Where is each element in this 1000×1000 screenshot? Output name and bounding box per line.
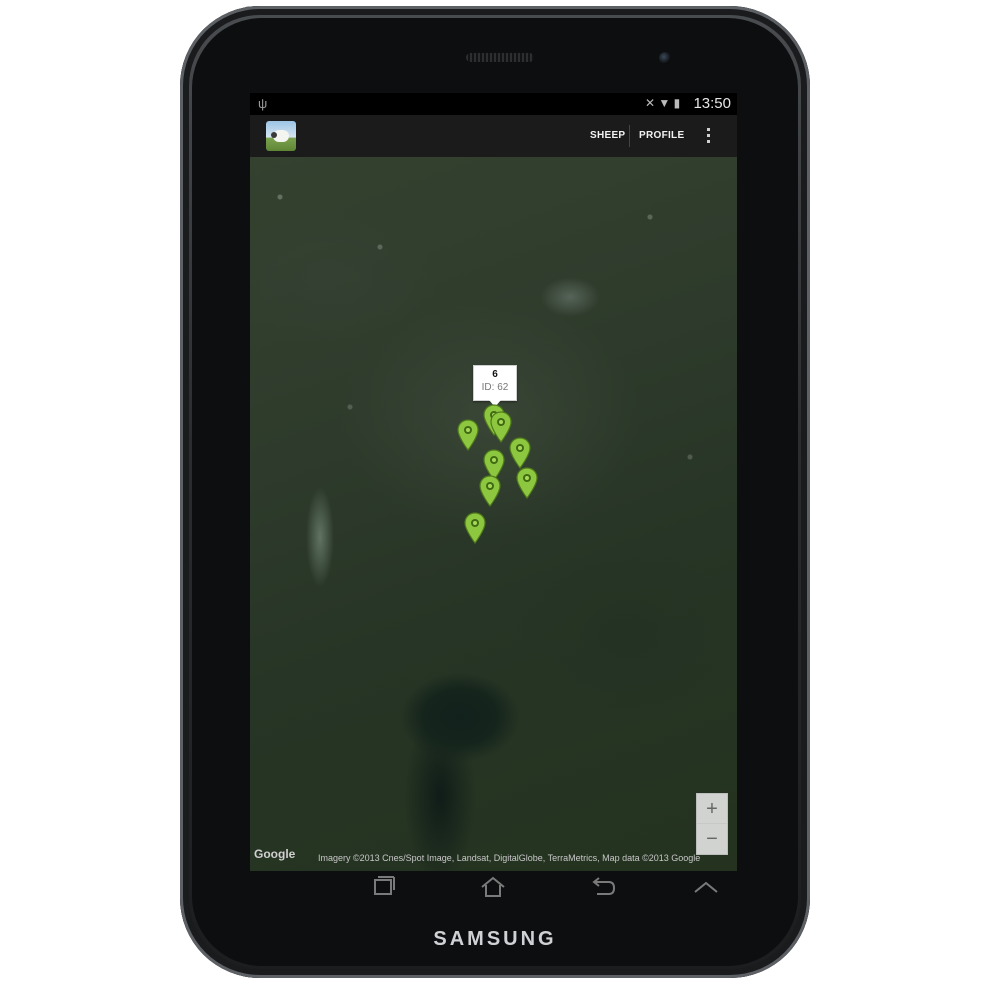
marker-info-window[interactable]: 6 ID: 62 — [473, 365, 517, 407]
sheep-marker[interactable] — [457, 419, 479, 451]
status-icons: ✕ ▼ ▮ — [645, 96, 680, 110]
overflow-menu-icon[interactable] — [702, 125, 714, 147]
mute-icon: ✕ — [645, 96, 656, 110]
google-logo: Google — [254, 847, 296, 861]
action-bar: SHEEP PROFILE — [250, 115, 737, 157]
action-divider — [629, 125, 630, 147]
zoom-in-button[interactable]: + — [697, 794, 727, 824]
info-window-subtitle: ID: 62 — [481, 382, 509, 393]
profile-button[interactable]: PROFILE — [639, 115, 684, 157]
navigation-bar — [340, 872, 740, 902]
battery-icon: ▮ — [673, 96, 681, 110]
map-attribution: Imagery ©2013 Cnes/Spot Image, Landsat, … — [318, 853, 701, 863]
sheep-app-icon[interactable] — [266, 121, 296, 151]
up-arrow-icon[interactable] — [688, 874, 724, 900]
satellite-map[interactable]: 6 ID: 62 + − Google Imagery ©2013 Cnes/S… — [250, 157, 737, 871]
device-screen: ψ ✕ ▼ ▮ 13:50 SHEEP PROFILE 6 ID: 62 + − — [250, 93, 737, 871]
home-icon[interactable] — [475, 874, 511, 900]
status-bar: ψ ✕ ▼ ▮ 13:50 — [250, 93, 737, 115]
samsung-logo: SAMSUNG — [433, 928, 557, 950]
sheep-marker[interactable] — [509, 437, 531, 469]
info-window-title: 6 — [492, 369, 498, 380]
recent-apps-icon[interactable] — [365, 874, 401, 900]
zoom-out-button[interactable]: − — [697, 824, 727, 854]
speaker-grille — [466, 53, 534, 62]
zoom-controls: + − — [696, 793, 728, 855]
front-camera — [659, 52, 671, 64]
sheep-marker[interactable] — [464, 512, 486, 544]
back-icon[interactable] — [583, 874, 619, 900]
usb-icon: ψ — [258, 96, 268, 111]
sheep-head — [271, 132, 277, 138]
sheep-button[interactable]: SHEEP — [590, 115, 625, 157]
wifi-icon: ▼ — [658, 96, 671, 110]
clock: 13:50 — [693, 95, 731, 112]
sheep-marker[interactable] — [516, 467, 538, 499]
sheep-marker[interactable] — [479, 475, 501, 507]
map-terrain — [250, 157, 737, 871]
